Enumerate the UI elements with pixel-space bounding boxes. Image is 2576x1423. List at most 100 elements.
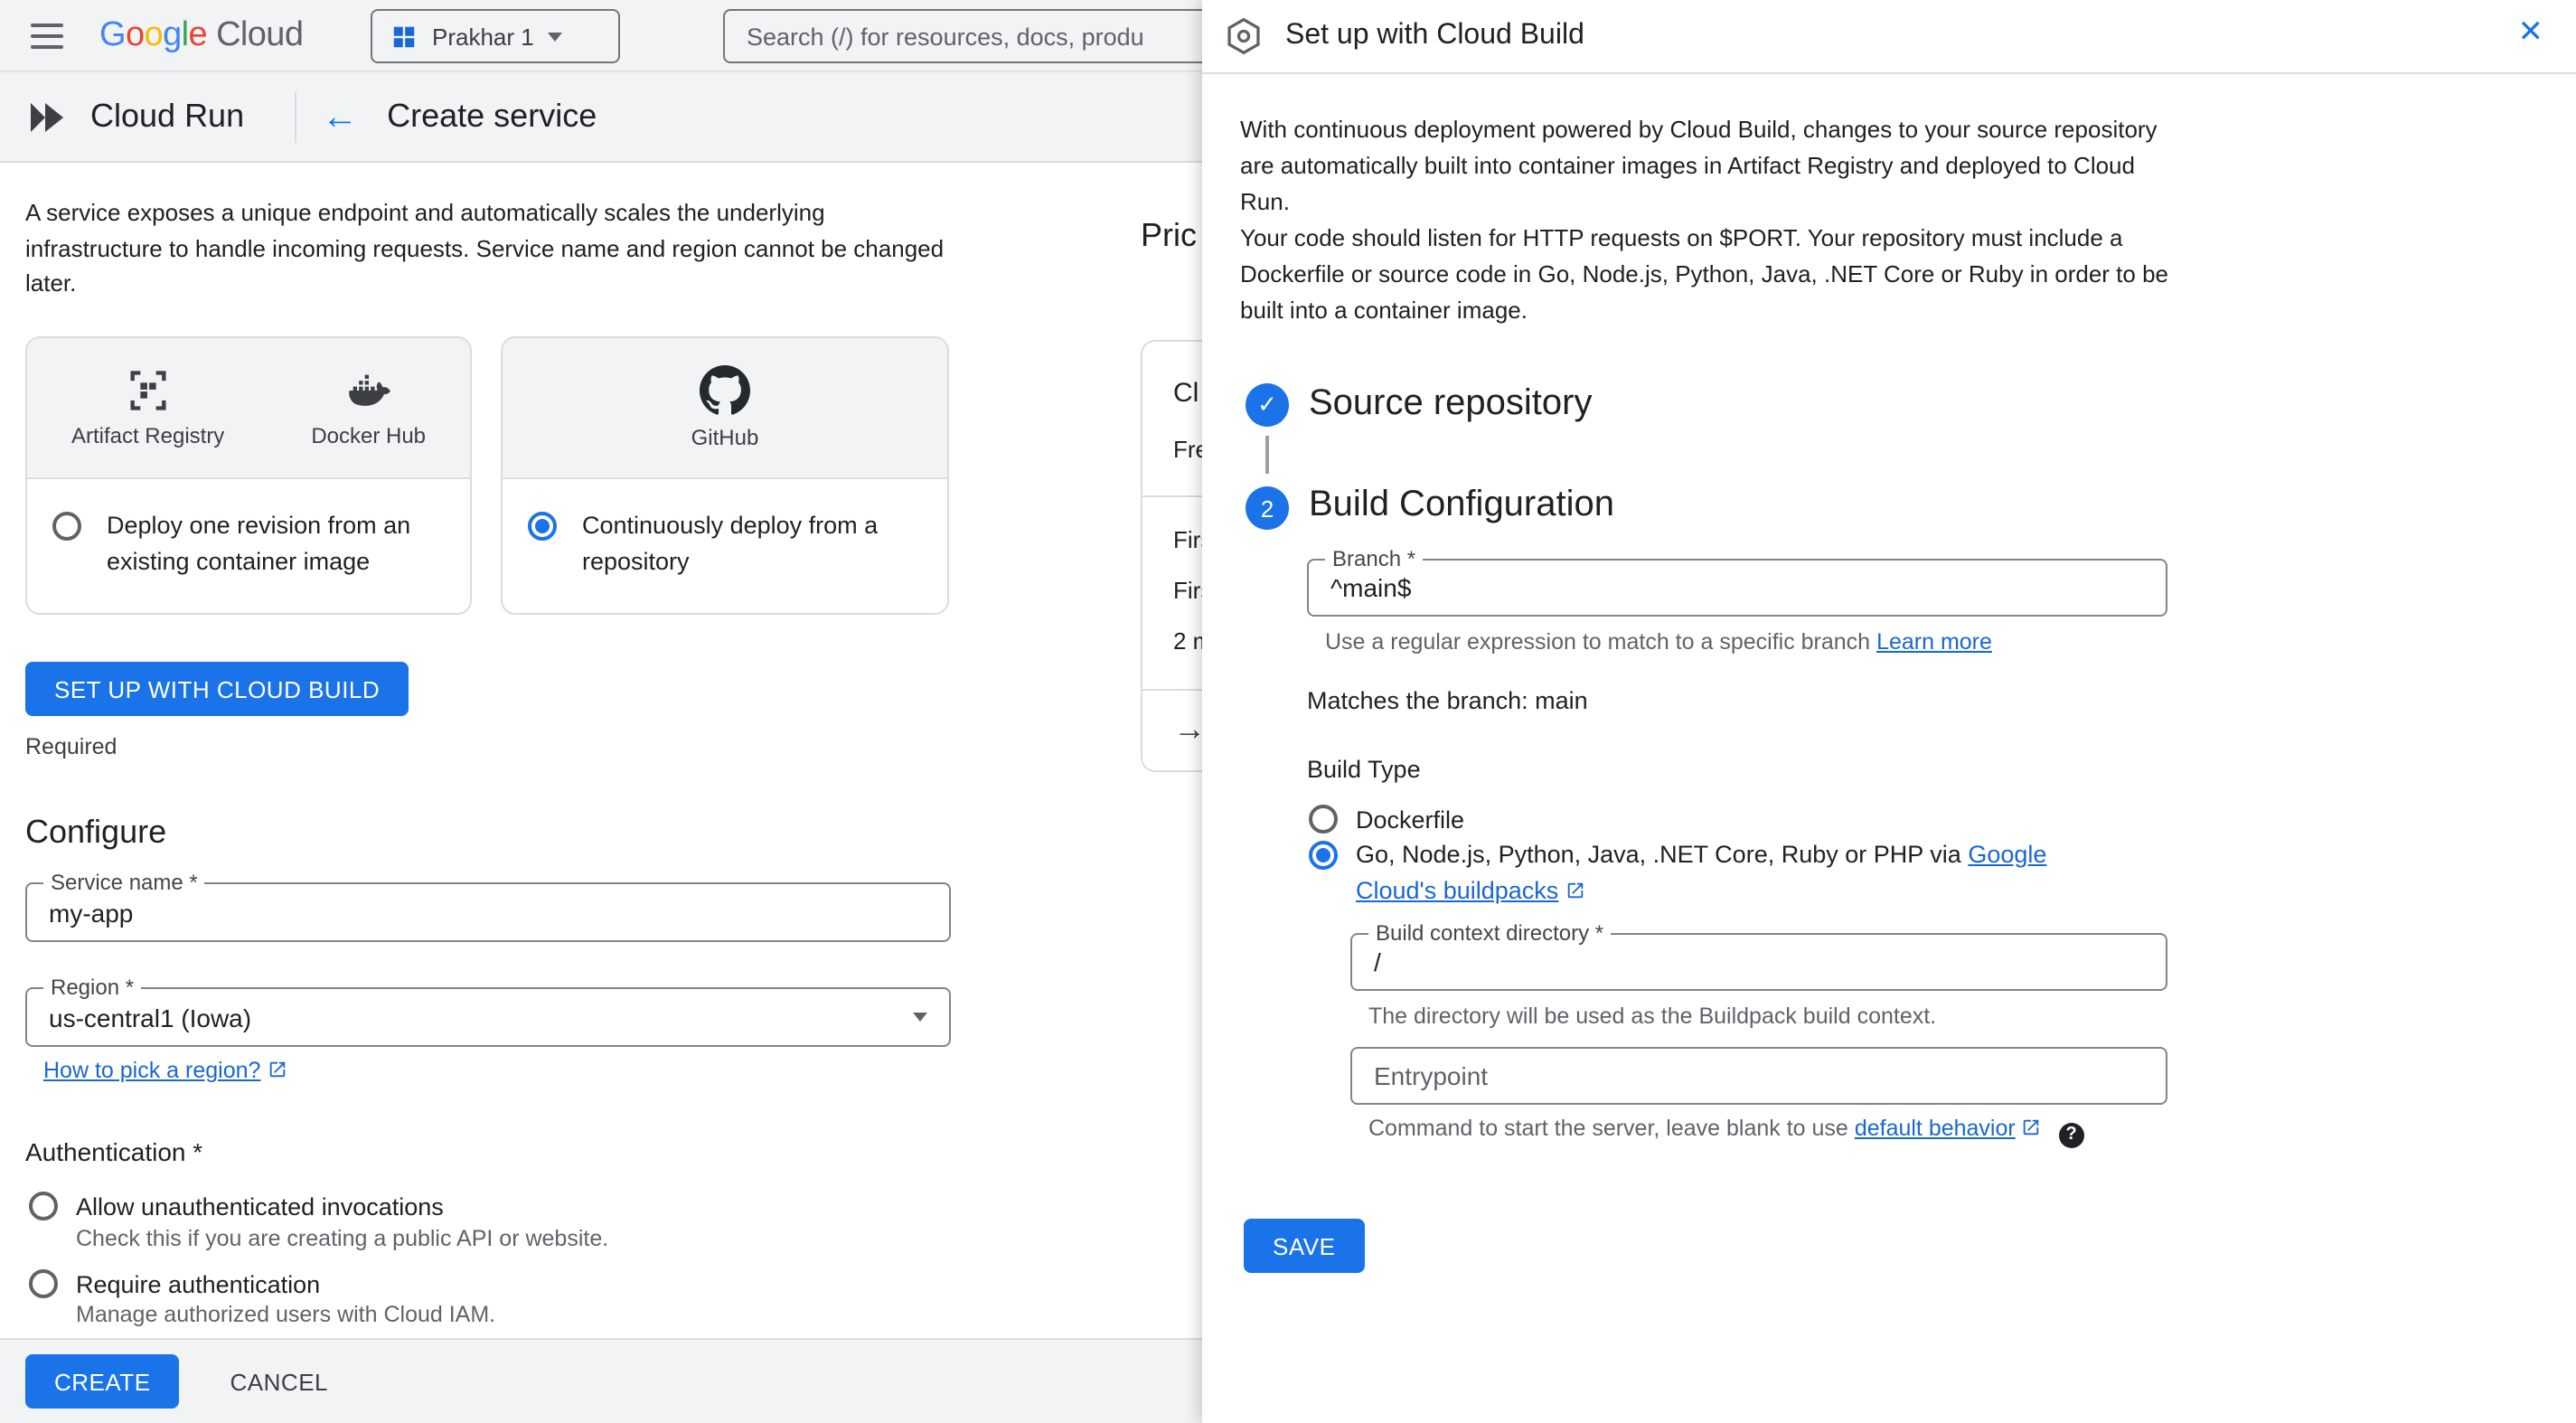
entrypoint-input[interactable] xyxy=(1352,1049,2166,1103)
arrow-icon[interactable]: → xyxy=(1173,711,1206,749)
step-connector xyxy=(1265,436,1269,474)
service-intro-text: A service exposes a unique endpoint and … xyxy=(25,199,945,297)
build-type-buildpacks-option[interactable]: Go, Node.js, Python, Java, .NET Core, Ru… xyxy=(1309,837,2086,909)
branch-match-text: Matches the branch: main xyxy=(1307,687,1588,714)
logo-letter: G xyxy=(99,16,127,54)
docker-hub-label: Docker Hub xyxy=(311,423,427,448)
buildpacks-label-text: Go, Node.js, Python, Java, .NET Core, Ru… xyxy=(1356,841,1961,868)
allow-unauthenticated-radio[interactable] xyxy=(29,1192,58,1220)
panel-title: Set up with Cloud Build xyxy=(1285,20,1584,51)
region-select[interactable] xyxy=(27,989,949,1045)
existing-image-option[interactable]: Deploy one revision from an existing con… xyxy=(27,479,470,608)
build-type-dockerfile-option[interactable]: Dockerfile xyxy=(1309,805,1464,835)
service-name-field: Service name * xyxy=(25,870,951,942)
require-authentication-label[interactable]: Require authentication xyxy=(76,1269,320,1300)
logo-letter: e xyxy=(188,16,208,54)
branch-input[interactable] xyxy=(1309,561,2166,615)
default-behavior-link[interactable]: default behavior xyxy=(1855,1116,2016,1141)
logo-letter: o xyxy=(125,16,145,54)
project-name: Prakhar 1 xyxy=(432,23,534,50)
pricing-line: Cl xyxy=(1173,378,1199,409)
artifact-registry-label: Artifact Registry xyxy=(71,423,225,448)
region-help-link-row: How to pick a region? xyxy=(43,1058,287,1083)
google-cloud-logo[interactable]: Google Cloud xyxy=(99,15,304,55)
existing-image-radio[interactable] xyxy=(52,512,81,541)
external-link-icon xyxy=(2024,1119,2039,1136)
authentication-heading: Authentication * xyxy=(25,1137,203,1166)
configure-heading: Configure xyxy=(25,814,167,850)
repository-radio[interactable] xyxy=(528,512,557,541)
close-icon[interactable]: ✕ xyxy=(2518,16,2544,47)
page-title: Create service xyxy=(387,98,597,134)
project-selector[interactable]: Prakhar 1 xyxy=(371,9,620,63)
buildpacks-radio[interactable] xyxy=(1309,841,1338,870)
set-up-cloud-build-button[interactable]: SET UP WITH CLOUD BUILD xyxy=(25,662,409,716)
panel-intro: With continuous deployment powered by Cl… xyxy=(1240,112,2173,329)
region-field: Region * xyxy=(25,975,951,1047)
branch-field: Branch * xyxy=(1307,546,2167,617)
region-help-link[interactable]: How to pick a region? xyxy=(43,1058,260,1083)
logo-letter: o xyxy=(144,16,164,54)
require-authentication-radio[interactable] xyxy=(29,1269,58,1298)
entrypoint-field xyxy=(1350,1047,2167,1105)
artifact-registry-icon xyxy=(130,371,166,410)
create-button[interactable]: CREATE xyxy=(25,1354,180,1409)
branch-label: Branch * xyxy=(1325,546,1424,572)
panel-header: Set up with Cloud Build ✕ xyxy=(1202,0,2576,74)
auth-option-require[interactable]: Require authentication xyxy=(29,1269,320,1300)
save-button[interactable]: SAVE xyxy=(1244,1219,1365,1273)
region-label: Region * xyxy=(43,975,142,1001)
existing-image-radio-label[interactable]: Deploy one revision from an existing con… xyxy=(107,508,432,579)
repository-radio-label[interactable]: Continuously deploy from a repository xyxy=(582,508,889,579)
branch-help: Use a regular expression to match to a s… xyxy=(1325,629,1992,655)
logo-letter: l xyxy=(181,16,189,54)
build-type-label: Build Type xyxy=(1307,756,1421,783)
entrypoint-help-text: Command to start the server, leave blank… xyxy=(1368,1116,1848,1141)
required-note: Required xyxy=(25,734,118,759)
logo-letter: g xyxy=(163,16,182,54)
panel-intro-paragraph-1: With continuous deployment powered by Cl… xyxy=(1240,116,2158,215)
step-1-check-icon: ✓ xyxy=(1246,383,1289,427)
project-icon xyxy=(393,25,415,47)
github-icon xyxy=(699,365,750,415)
dockerfile-radio[interactable] xyxy=(1309,805,1338,834)
docker-hub-icon xyxy=(348,374,390,406)
chevron-down-icon xyxy=(548,32,563,41)
build-context-field: Build context directory * xyxy=(1350,920,2167,991)
buildpacks-radio-label[interactable]: Go, Node.js, Python, Java, .NET Core, Ru… xyxy=(1356,837,2086,909)
require-authentication-help: Manage authorized users with Cloud IAM. xyxy=(76,1302,496,1327)
auth-option-unauthenticated[interactable]: Allow unauthenticated invocations xyxy=(29,1192,444,1222)
repository-option[interactable]: Continuously deploy from a repository xyxy=(503,479,947,608)
build-context-label: Build context directory * xyxy=(1368,920,1612,947)
cancel-button[interactable]: CANCEL xyxy=(230,1368,329,1395)
cloud-build-panel: Set up with Cloud Build ✕ With continuou… xyxy=(1202,0,2576,1423)
build-context-help: The directory will be used as the Buildp… xyxy=(1368,1004,1937,1029)
pricing-heading-fragment: Pric xyxy=(1141,217,1197,253)
step-2-number: 2 xyxy=(1246,486,1289,530)
product-title: Cloud Run xyxy=(90,98,245,134)
divider xyxy=(295,91,297,142)
logo-cloud-text: Cloud xyxy=(216,15,304,53)
github-label: GitHub xyxy=(691,425,759,450)
branch-learn-more-link[interactable]: Learn more xyxy=(1876,629,1992,655)
help-icon[interactable]: ? xyxy=(2058,1122,2084,1147)
allow-unauthenticated-label[interactable]: Allow unauthenticated invocations xyxy=(76,1192,444,1222)
panel-intro-paragraph-2: Your code should listen for HTTP request… xyxy=(1240,224,2168,324)
github-group: GitHub xyxy=(691,365,759,450)
artifact-registry-group: Artifact Registry xyxy=(71,367,224,448)
back-arrow-icon[interactable]: ← xyxy=(322,99,358,135)
dockerfile-radio-label[interactable]: Dockerfile xyxy=(1356,805,1464,835)
external-link-icon xyxy=(269,1061,285,1078)
entrypoint-help: Command to start the server, leave blank… xyxy=(1368,1116,2084,1147)
cloud-run-icon xyxy=(25,95,69,138)
screen: Google Cloud Prakhar 1 Cloud Run ← Creat… xyxy=(0,0,2576,1423)
step-2-title: Build Configuration xyxy=(1309,485,1614,524)
external-link-icon xyxy=(1567,882,1584,899)
deploy-option-card-repository: GitHub Continuously deploy from a reposi… xyxy=(501,336,949,615)
registry-icons-area: Artifact Registry Docker Hub xyxy=(27,338,470,479)
repo-icons-area: GitHub xyxy=(503,338,947,479)
menu-icon[interactable] xyxy=(31,23,63,48)
docker-hub-group: Docker Hub xyxy=(311,367,426,448)
branch-help-text: Use a regular expression to match to a s… xyxy=(1325,629,1871,655)
chevron-down-icon[interactable] xyxy=(913,1013,927,1022)
